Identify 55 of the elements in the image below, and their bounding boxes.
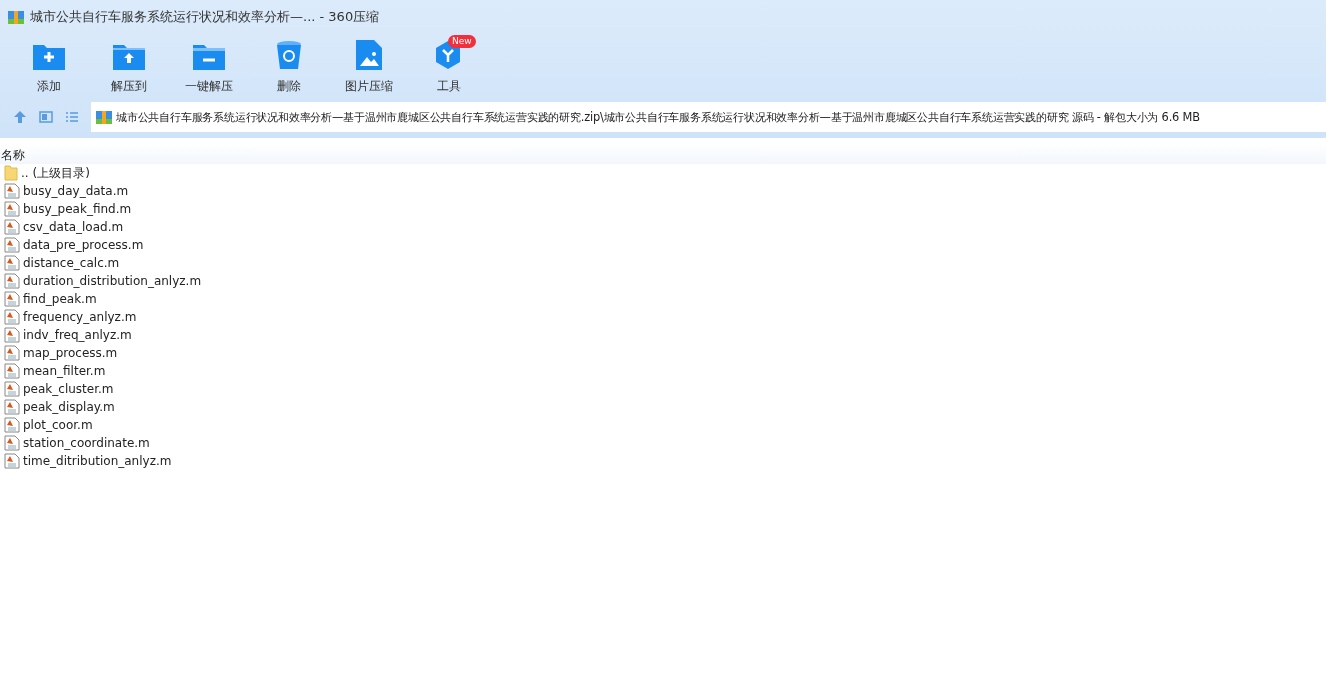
archive-icon — [8, 9, 24, 25]
file-name[interactable]: .. (上级目录) — [21, 164, 90, 182]
matlab-file-icon — [4, 183, 20, 199]
matlab-file-icon — [4, 363, 20, 379]
image-file-icon — [356, 40, 382, 70]
delete-button[interactable]: 删除 — [258, 34, 320, 100]
folder-plus-icon — [33, 42, 65, 70]
file-name[interactable]: duration_distribution_anlyz.m — [23, 274, 202, 288]
up-arrow-icon[interactable] — [13, 110, 27, 124]
matlab-file-icon — [4, 201, 20, 217]
archive-icon — [96, 109, 112, 125]
matlab-file-icon — [4, 381, 20, 397]
file-name[interactable]: plot_coor.m — [23, 418, 93, 432]
new-badge: New — [448, 35, 476, 48]
matlab-file-icon — [4, 273, 20, 289]
tools-button[interactable]: New 工具 — [418, 34, 480, 100]
extract-button[interactable]: 解压到 — [98, 34, 160, 100]
file-name[interactable]: indv_freq_anlyz.m — [23, 328, 132, 342]
image-button[interactable]: 图片压缩 — [338, 34, 400, 100]
matlab-file-icon — [4, 291, 20, 307]
file-name[interactable]: map_process.m — [23, 346, 118, 360]
column-header[interactable]: 名称 — [0, 148, 25, 162]
matlab-file-icon — [4, 327, 20, 343]
file-name[interactable]: mean_filter.m — [23, 364, 106, 378]
file-name[interactable]: peak_display.m — [23, 400, 115, 414]
folder-icon — [4, 165, 18, 181]
recycle-bin-icon — [276, 40, 302, 70]
folder-upload-icon — [113, 42, 145, 70]
matlab-file-icon — [4, 255, 20, 271]
list-view-icon[interactable] — [65, 110, 79, 124]
file-name[interactable]: busy_day_data.m — [23, 184, 129, 198]
matlab-file-icon — [4, 345, 20, 361]
file-name[interactable]: time_ditribution_anlyz.m — [23, 454, 172, 468]
matlab-file-icon — [4, 453, 20, 469]
file-name[interactable]: peak_cluster.m — [23, 382, 114, 396]
file-name[interactable]: station_coordinate.m — [23, 436, 150, 450]
file-name[interactable]: busy_peak_find.m — [23, 202, 132, 216]
file-name[interactable]: distance_calc.m — [23, 256, 120, 270]
file-name[interactable]: find_peak.m — [23, 292, 97, 306]
matlab-file-icon — [4, 219, 20, 235]
address-path: 城市公共自行车服务系统运行状况和效率分析—基于温州市鹿城区公共自行车系统运营实践的研究.zip\城市公共自行车服务系统运行状况和效率分析—基于温州市鹿城区公共自行车系统运营实践的研究 源码 - 解包大小为 6.6 MB — [116, 109, 1200, 125]
matlab-file-icon — [4, 399, 20, 415]
quick-button[interactable]: 一键解压 — [178, 34, 240, 100]
matlab-file-icon — [4, 417, 20, 433]
file-name[interactable]: csv_data_load.m — [23, 220, 124, 234]
add-button[interactable]: 添加 — [18, 34, 80, 100]
matlab-file-icon — [4, 435, 20, 451]
folder-minus-icon — [193, 42, 225, 70]
file-name[interactable]: data_pre_process.m — [23, 238, 144, 252]
matlab-file-icon — [4, 237, 20, 253]
thumbnail-view-icon[interactable] — [39, 110, 53, 124]
address-bar[interactable]: 城市公共自行车服务系统运行状况和效率分析—基于温州市鹿城区公共自行车系统运营实践的研究.zip\城市公共自行车服务系统运行状况和效率分析—基于温州市鹿城区公共自行车系统运营实践的研究 源码 - 解包大小为 6.6 MB — [91, 102, 1326, 132]
matlab-file-icon — [4, 309, 20, 325]
file-name[interactable]: frequency_anlyz.m — [23, 310, 137, 324]
window-title: 城市公共自行车服务系统运行状况和效率分析—... - 360压缩 — [30, 8, 380, 26]
